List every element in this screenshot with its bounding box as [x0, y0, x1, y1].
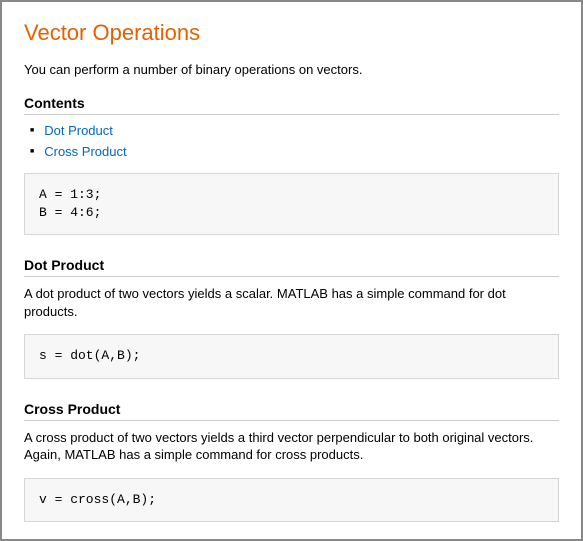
toc-item: Dot Product [30, 123, 559, 138]
toc-item: Cross Product [30, 144, 559, 159]
toc-link-dot-product[interactable]: Dot Product [44, 123, 113, 138]
code-block-cross: v = cross(A,B); [24, 478, 559, 522]
page-title: Vector Operations [24, 20, 559, 46]
cross-product-heading: Cross Product [24, 401, 559, 421]
dot-product-desc: A dot product of two vectors yields a sc… [24, 285, 559, 320]
toc-link-cross-product[interactable]: Cross Product [44, 144, 126, 159]
contents-heading: Contents [24, 95, 559, 115]
dot-product-heading: Dot Product [24, 257, 559, 277]
intro-text: You can perform a number of binary opera… [24, 62, 559, 77]
code-block-init: A = 1:3; B = 4:6; [24, 173, 559, 235]
cross-product-desc: A cross product of two vectors yields a … [24, 429, 559, 464]
table-of-contents: Dot Product Cross Product [24, 123, 559, 159]
code-block-dot: s = dot(A,B); [24, 334, 559, 378]
